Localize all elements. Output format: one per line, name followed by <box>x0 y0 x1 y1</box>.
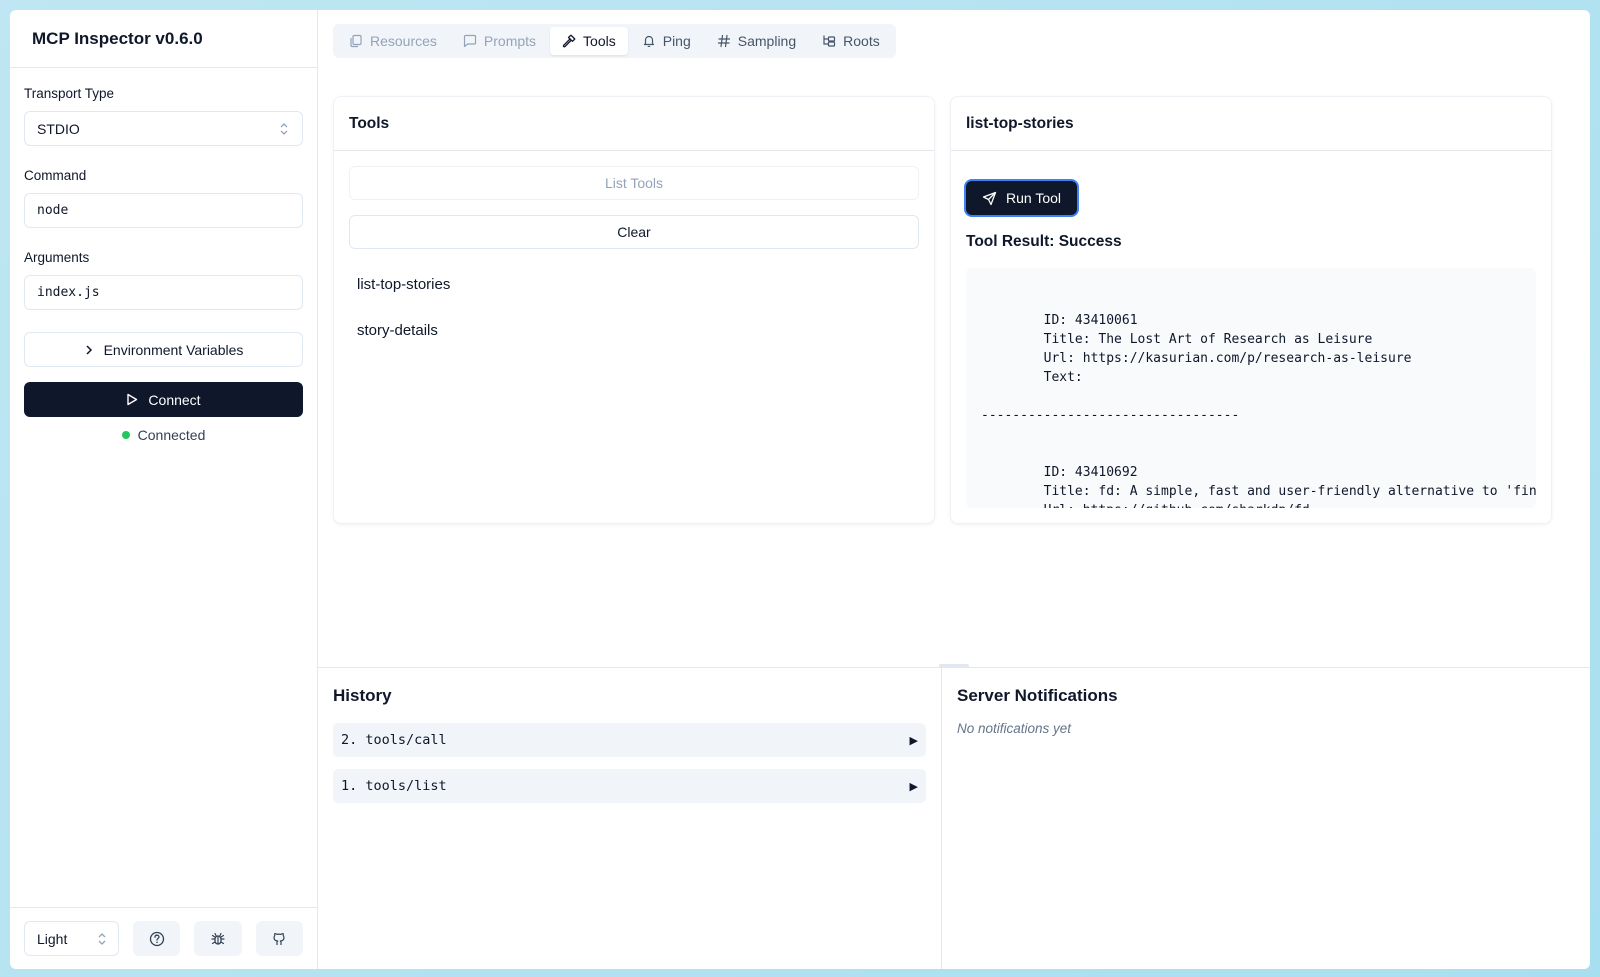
sidebar: MCP Inspector v0.6.0 Transport Type STDI… <box>10 10 318 969</box>
help-button[interactable] <box>133 921 181 956</box>
app-window: MCP Inspector v0.6.0 Transport Type STDI… <box>10 10 1590 969</box>
transport-type-label: Transport Type <box>24 86 115 101</box>
message-square-icon <box>463 34 477 48</box>
run-tool-label: Run Tool <box>1006 190 1062 206</box>
panel-resize-handle[interactable] <box>939 664 969 668</box>
list-tools-button[interactable]: List Tools <box>349 166 919 200</box>
command-input[interactable]: node <box>24 193 303 228</box>
result-line <box>981 444 1536 463</box>
tools-card-title: Tools <box>334 97 934 151</box>
history-item-label: 1. tools/list <box>341 778 447 794</box>
transport-type-select[interactable]: STDIO <box>24 111 303 146</box>
status-dot-icon <box>121 431 130 439</box>
tool-list: list-top-stories story-details <box>349 261 919 353</box>
result-line <box>981 292 1536 311</box>
files-icon <box>349 34 363 48</box>
tab-resources[interactable]: Resources <box>337 27 449 55</box>
bell-icon <box>642 34 656 48</box>
connection-status: Connected <box>24 427 303 443</box>
app-title: MCP Inspector v0.6.0 <box>10 10 317 68</box>
tool-panels: Tools List Tools Clear list-top-stories … <box>333 96 1576 524</box>
theme-value: Light <box>37 930 68 947</box>
help-circle-icon <box>149 931 165 947</box>
play-icon <box>126 393 138 406</box>
tab-bar: Resources Prompts Tools Ping Sampling Ro… <box>333 24 896 58</box>
main-content: Resources Prompts Tools Ping Sampling Ro… <box>318 10 1590 969</box>
result-line: Url: https://github.com/sharkdp/fd <box>981 501 1536 508</box>
theme-select[interactable]: Light <box>24 921 120 956</box>
tool-item-list-top-stories[interactable]: list-top-stories <box>349 261 919 307</box>
tool-result-title: Tool Result: Success <box>966 233 1122 250</box>
result-line: ID: 43410061 <box>981 313 1138 328</box>
chevron-right-icon <box>84 344 94 356</box>
tool-detail-card: list-top-stories Run Tool Tool Result: S… <box>950 96 1552 524</box>
github-button[interactable] <box>255 921 303 956</box>
tab-tools[interactable]: Tools <box>550 27 628 55</box>
bug-icon <box>210 931 226 947</box>
arguments-input[interactable]: index.js <box>24 275 303 310</box>
server-notifications-panel: Server Notifications No notifications ye… <box>942 668 1590 969</box>
tool-detail-title: list-top-stories <box>951 97 1551 151</box>
github-icon <box>271 931 287 947</box>
chevrons-up-down-icon <box>98 932 106 945</box>
result-line: --------------------------------- <box>981 408 1240 423</box>
history-item[interactable]: 1. tools/list ▶ <box>333 769 926 803</box>
history-title: History <box>333 686 392 705</box>
transport-type-value: STDIO <box>37 120 80 137</box>
play-arrow-icon: ▶ <box>909 779 918 793</box>
history-panel: History 2. tools/call ▶ 1. tools/list ▶ <box>318 668 942 969</box>
hash-icon <box>717 34 731 48</box>
folder-tree-icon <box>822 34 836 48</box>
tab-resources-label: Resources <box>370 33 437 49</box>
result-line: ID: 43410692 <box>981 465 1138 480</box>
tools-card-body: List Tools Clear list-top-stories story-… <box>334 151 934 523</box>
history-item[interactable]: 2. tools/call ▶ <box>333 723 926 757</box>
clear-button[interactable]: Clear <box>349 215 919 249</box>
chevrons-up-down-icon <box>280 122 288 135</box>
command-label: Command <box>24 168 87 183</box>
notifications-empty-text: No notifications yet <box>957 721 1072 736</box>
tab-roots-label: Roots <box>843 33 880 49</box>
result-line: Text: <box>981 370 1083 385</box>
tab-ping[interactable]: Ping <box>630 27 703 55</box>
tab-tools-label: Tools <box>583 33 616 49</box>
hammer-icon <box>562 34 576 48</box>
connect-label: Connect <box>148 391 201 408</box>
tab-prompts-label: Prompts <box>483 33 537 49</box>
environment-variables-label: Environment Variables <box>103 341 244 358</box>
tools-workspace: Resources Prompts Tools Ping Sampling Ro… <box>318 10 1590 668</box>
connect-button[interactable]: Connect <box>24 382 303 417</box>
arguments-label: Arguments <box>24 250 90 265</box>
arguments-value: index.js <box>37 285 100 300</box>
play-arrow-icon: ▶ <box>909 733 918 747</box>
tab-prompts[interactable]: Prompts <box>451 27 548 55</box>
tool-item-story-details[interactable]: story-details <box>349 307 919 353</box>
environment-variables-button[interactable]: Environment Variables <box>24 332 303 367</box>
status-text: Connected <box>137 427 206 443</box>
run-tool-button[interactable]: Run Tool <box>966 181 1078 215</box>
send-icon <box>982 191 997 206</box>
debug-button[interactable] <box>194 921 242 956</box>
server-notifications-title: Server Notifications <box>957 686 1118 705</box>
tab-ping-label: Ping <box>662 33 691 49</box>
tab-roots[interactable]: Roots <box>810 27 892 55</box>
result-line: Title: The Lost Art of Research as Leisu… <box>981 332 1373 347</box>
tools-card: Tools List Tools Clear list-top-stories … <box>333 96 935 524</box>
result-line <box>981 425 1536 444</box>
tab-sampling[interactable]: Sampling <box>705 27 808 55</box>
history-item-label: 2. tools/call <box>341 732 447 748</box>
command-value: node <box>37 203 69 218</box>
connection-form: Transport Type STDIO Command node Argume… <box>10 68 317 907</box>
bottom-panels: History 2. tools/call ▶ 1. tools/list ▶ … <box>318 667 1590 969</box>
sidebar-footer: Light <box>10 907 317 969</box>
result-line <box>981 387 1536 406</box>
result-line: Url: https://kasurian.com/p/research-as-… <box>981 351 1412 366</box>
tab-sampling-label: Sampling <box>737 33 797 49</box>
result-line: Title: fd: A simple, fast and user-frien… <box>981 484 1536 499</box>
tool-detail-body: Run Tool Tool Result: Success ID: 434100… <box>951 151 1551 523</box>
tool-result-output[interactable]: ID: 43410061 Title: The Lost Art of Rese… <box>966 268 1536 508</box>
